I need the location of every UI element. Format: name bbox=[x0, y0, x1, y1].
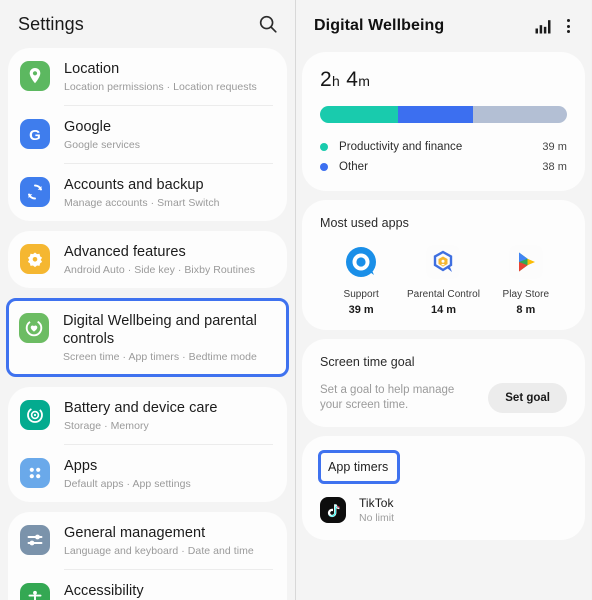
sidebar-item-label: Accounts and backup bbox=[64, 177, 204, 193]
svg-text:G: G bbox=[29, 127, 41, 144]
sidebar-item-subtitle: Google services bbox=[64, 139, 141, 151]
screen-time-hours-unit: h bbox=[331, 73, 341, 89]
app-timers-highlight[interactable]: App timers bbox=[318, 450, 401, 484]
sidebar-item-advanced-features[interactable]: Advanced features Android Auto · Side key… bbox=[8, 231, 287, 288]
app-timers-card: App timers TikTok No limit bbox=[302, 436, 585, 540]
tiktok-icon bbox=[320, 497, 359, 523]
app-usage-time: 39 m bbox=[348, 304, 374, 316]
bar-chart-icon[interactable] bbox=[525, 16, 553, 36]
legend-color-dot bbox=[320, 143, 328, 151]
app-timer-status: No limit bbox=[359, 512, 395, 524]
sync-arrows-icon bbox=[20, 177, 50, 207]
sidebar-item-label: Apps bbox=[64, 458, 98, 474]
sidebar-item-label: Advanced features bbox=[64, 244, 186, 260]
legend-item: Other 38 m bbox=[320, 157, 567, 177]
screen-time-hours: 2 bbox=[320, 68, 332, 91]
screen-time-minutes-unit: m bbox=[358, 73, 371, 89]
app-timer-row[interactable]: TikTok No limit bbox=[312, 488, 575, 524]
screen-time-card[interactable]: 2h 4m Productivity and finance 39 m Other 3… bbox=[302, 52, 585, 191]
most-used-app[interactable]: Support 39 m bbox=[320, 244, 402, 316]
sidebar-item-subtitle: Language and keyboard · Date and time bbox=[64, 545, 254, 557]
app-name: Play Store bbox=[502, 289, 550, 300]
bar-segment bbox=[397, 106, 474, 123]
bar-segment bbox=[473, 106, 567, 123]
most-used-apps-card[interactable]: Most used apps Support 39 m Parental Contr… bbox=[302, 200, 585, 330]
location-pin-icon bbox=[20, 61, 50, 91]
screen-time-total: 2h 4m bbox=[320, 68, 567, 92]
accessibility-person-icon bbox=[20, 583, 50, 600]
settings-group: Advanced features Android Auto · Side key… bbox=[8, 231, 287, 288]
screen-time-minutes: 4 bbox=[346, 68, 359, 91]
sidebar-item-label: Location bbox=[64, 61, 120, 77]
sidebar-item-label: Accessibility bbox=[64, 583, 144, 599]
sidebar-item-digital-wellbeing-and-parental-controls[interactable]: Digital Wellbeing and parental controls S… bbox=[9, 301, 286, 374]
sidebar-item-google[interactable]: G Google Google services bbox=[8, 106, 287, 163]
apps-grid-icon bbox=[20, 458, 50, 488]
screen-time-bar bbox=[320, 106, 567, 123]
sidebar-item-apps[interactable]: Apps Default apps · App settings bbox=[8, 445, 287, 502]
bar-segment bbox=[320, 106, 398, 123]
app-name: Support bbox=[343, 289, 379, 300]
sidebar-item-accessibility[interactable]: AccessibilityTalkBack · Mono audio · Ass… bbox=[8, 570, 287, 600]
app-timer-name: TikTok bbox=[359, 496, 394, 510]
settings-group: Battery and device care Storage · Memory A… bbox=[8, 387, 287, 502]
sidebar-item-label: Battery and device care bbox=[64, 400, 218, 416]
most-used-app[interactable]: Parental Control 14 m bbox=[402, 244, 484, 316]
screen-time-goal-card: Screen time goal Set a goal to help mana… bbox=[302, 339, 585, 427]
legend-label: Productivity and finance bbox=[339, 141, 463, 153]
legend-color-dot bbox=[320, 163, 328, 171]
search-icon[interactable] bbox=[257, 13, 279, 35]
screen-time-legend: Productivity and finance 39 m Other 38 m bbox=[320, 137, 567, 177]
play-store-icon bbox=[508, 244, 544, 280]
parental-control-icon bbox=[425, 244, 461, 280]
sidebar-item-subtitle: Default apps · App settings bbox=[64, 478, 191, 490]
app-name: Parental Control bbox=[406, 289, 481, 300]
set-goal-button[interactable]: Set goal bbox=[488, 383, 567, 413]
wellbeing-header: Digital Wellbeing bbox=[296, 0, 591, 52]
settings-group: General management Language and keyboard … bbox=[8, 512, 287, 600]
settings-header: Settings bbox=[0, 0, 295, 48]
sidebar-item-subtitle: Location permissions · Location requests bbox=[64, 81, 257, 93]
sidebar-item-subtitle: Android Auto · Side key · Bixby Routines bbox=[64, 264, 256, 276]
most-used-apps-title: Most used apps bbox=[320, 216, 409, 230]
sidebar-item-label: Google bbox=[64, 119, 112, 135]
sidebar-item-subtitle: Manage accounts · Smart Switch bbox=[64, 197, 220, 209]
app-usage-time: 14 m bbox=[430, 304, 457, 316]
sidebar-item-battery-and-device-care[interactable]: Battery and device care Storage · Memory bbox=[8, 387, 287, 444]
digital-wellbeing-panel: Digital Wellbeing 2h 4m Productivity and… bbox=[296, 0, 591, 600]
sidebar-item-subtitle: Screen time · App timers · Bedtime mode bbox=[63, 351, 257, 363]
legend-item: Productivity and finance 39 m bbox=[320, 137, 567, 157]
overflow-menu-icon[interactable] bbox=[559, 19, 577, 33]
most-used-app[interactable]: Play Store 8 m bbox=[485, 244, 567, 316]
sidebar-item-label: General management bbox=[64, 525, 206, 541]
gear-icon bbox=[20, 244, 50, 274]
legend-value: 38 m bbox=[542, 161, 567, 173]
settings-group: Location Location permissions · Location … bbox=[8, 48, 287, 221]
wellbeing-title: Digital Wellbeing bbox=[314, 17, 445, 34]
screen-time-goal-title: Screen time goal bbox=[320, 355, 415, 369]
settings-group-highlighted: Digital Wellbeing and parental controls S… bbox=[6, 298, 289, 377]
settings-panel: Settings Location Location permissions · … bbox=[0, 0, 296, 600]
heart-circle-icon bbox=[19, 313, 49, 343]
sidebar-item-subtitle: Storage · Memory bbox=[64, 420, 149, 432]
sidebar-item-general-management[interactable]: General management Language and keyboard … bbox=[8, 512, 287, 569]
samsung-support-icon bbox=[343, 244, 379, 280]
app-usage-time: 8 m bbox=[516, 304, 536, 316]
sidebar-item-label: Digital Wellbeing and parental controls bbox=[63, 313, 257, 347]
app-timers-title: App timers bbox=[328, 460, 389, 474]
legend-label: Other bbox=[339, 161, 369, 173]
screen-time-goal-description: Set a goal to help manage your screen ti… bbox=[320, 384, 455, 411]
page-title: Settings bbox=[18, 13, 84, 34]
dual-panel-screenshot: Settings Location Location permissions · … bbox=[0, 0, 592, 600]
legend-value: 39 m bbox=[542, 141, 567, 153]
sliders-icon bbox=[20, 525, 50, 555]
sidebar-item-accounts-and-backup[interactable]: Accounts and backup Manage accounts · Sma… bbox=[8, 164, 287, 221]
sidebar-item-location[interactable]: Location Location permissions · Location … bbox=[8, 48, 287, 105]
google-g-icon: G bbox=[20, 119, 50, 149]
battery-care-icon bbox=[20, 400, 50, 430]
